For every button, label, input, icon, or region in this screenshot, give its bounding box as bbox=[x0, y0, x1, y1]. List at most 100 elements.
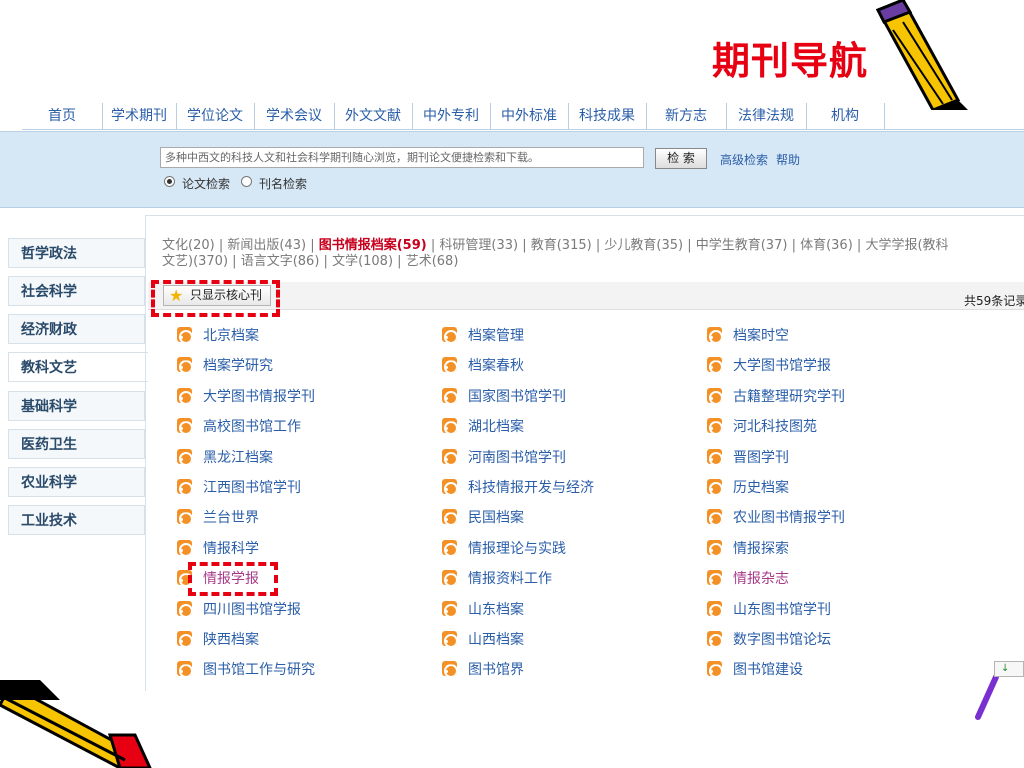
sidebar-item-industry[interactable]: 工业技术 bbox=[8, 505, 145, 535]
sidebar-item-social-science[interactable]: 社会科学 bbox=[8, 276, 145, 306]
journal-link[interactable]: 档案时空 bbox=[707, 327, 789, 345]
category-art[interactable]: 艺术(68) bbox=[406, 254, 459, 269]
rss-icon[interactable] bbox=[707, 479, 722, 494]
sidebar-item-medicine[interactable]: 医药卫生 bbox=[8, 429, 145, 459]
radio-journal-search[interactable] bbox=[241, 176, 252, 187]
journal-link[interactable]: 大学图书情报学刊 bbox=[177, 387, 315, 406]
journal-link[interactable]: 国家图书馆学刊 bbox=[442, 387, 566, 406]
journal-link[interactable]: 四川图书馆学报 bbox=[177, 600, 301, 619]
category-language[interactable]: 语言文字(86) bbox=[241, 254, 320, 269]
nav-laws[interactable]: 法律法规 bbox=[726, 103, 807, 129]
category-literature[interactable]: 文学(108) bbox=[332, 254, 393, 269]
rss-icon[interactable] bbox=[707, 448, 722, 464]
rss-icon[interactable] bbox=[177, 539, 192, 555]
journal-link[interactable]: 数字图书馆论坛 bbox=[707, 631, 831, 649]
rss-icon[interactable] bbox=[442, 327, 457, 342]
journal-link[interactable]: 图书馆工作与研究 bbox=[177, 661, 315, 679]
journal-link[interactable]: 科技情报开发与经济 bbox=[442, 479, 594, 497]
journal-link[interactable]: 档案春秋 bbox=[442, 357, 524, 375]
search-input[interactable]: 多种中西文的科技人文和社会科学期刊随心浏览，期刊论文便捷检索和下载。 bbox=[160, 147, 644, 168]
journal-link[interactable]: 情报理论与实践 bbox=[442, 539, 566, 558]
nav-foreign-docs[interactable]: 外文文献 bbox=[334, 103, 413, 129]
rss-icon[interactable] bbox=[707, 327, 722, 342]
rss-icon[interactable] bbox=[442, 418, 457, 434]
journal-link[interactable]: 档案管理 bbox=[442, 327, 524, 345]
rss-icon[interactable] bbox=[177, 418, 192, 434]
nav-patents[interactable]: 中外专利 bbox=[412, 103, 491, 129]
rss-icon[interactable] bbox=[177, 448, 192, 464]
rss-icon[interactable] bbox=[707, 631, 722, 646]
sidebar-item-education-culture[interactable]: 教科文艺 bbox=[8, 352, 148, 382]
rss-icon[interactable] bbox=[707, 570, 722, 586]
rss-icon[interactable] bbox=[442, 387, 457, 403]
journal-link[interactable]: 情报资料工作 bbox=[442, 570, 552, 588]
rss-icon[interactable] bbox=[442, 539, 457, 555]
rss-icon[interactable] bbox=[442, 600, 457, 616]
rss-icon[interactable] bbox=[707, 509, 722, 525]
nav-local-chronicles[interactable]: 新方志 bbox=[646, 103, 727, 129]
journal-link[interactable]: 农业图书情报学刊 bbox=[707, 509, 845, 527]
rss-icon[interactable] bbox=[177, 387, 192, 403]
radio-paper-search[interactable] bbox=[164, 176, 175, 187]
journal-link[interactable]: 情报科学 bbox=[177, 539, 259, 558]
nav-institutions[interactable]: 机构 bbox=[806, 103, 885, 129]
rss-icon[interactable] bbox=[442, 448, 457, 464]
journal-link[interactable]: 情报杂志 bbox=[707, 570, 789, 588]
rss-icon[interactable] bbox=[707, 661, 722, 677]
help-link[interactable]: 帮助 bbox=[776, 151, 800, 168]
category-sports[interactable]: 体育(36) bbox=[800, 238, 853, 253]
rss-icon[interactable] bbox=[442, 357, 457, 373]
category-university-journals[interactable]: 大学学报(教科 bbox=[865, 238, 948, 253]
rss-icon[interactable] bbox=[707, 418, 722, 434]
category-middle-school-education[interactable]: 中学生教育(37) bbox=[696, 238, 788, 253]
journal-link[interactable]: 图书馆界 bbox=[442, 661, 524, 679]
rss-icon[interactable] bbox=[707, 539, 722, 555]
journal-link[interactable]: 河北科技图苑 bbox=[707, 418, 817, 436]
journal-link[interactable]: 档案学研究 bbox=[177, 357, 273, 375]
rss-icon[interactable] bbox=[177, 631, 192, 646]
nav-home[interactable]: 首页 bbox=[22, 103, 103, 129]
sidebar-item-basic-science[interactable]: 基础科学 bbox=[8, 391, 145, 421]
journal-link[interactable]: 兰台世界 bbox=[177, 509, 259, 527]
journal-link[interactable]: 大学图书馆学报 bbox=[707, 357, 831, 375]
rss-icon[interactable] bbox=[442, 661, 457, 677]
sidebar-item-agriculture[interactable]: 农业科学 bbox=[8, 467, 145, 497]
journal-link[interactable]: 陕西档案 bbox=[177, 631, 259, 649]
rss-icon[interactable] bbox=[707, 357, 722, 373]
nav-journals[interactable]: 学术期刊 bbox=[102, 103, 177, 129]
journal-link[interactable]: 山西档案 bbox=[442, 631, 524, 649]
nav-achievements[interactable]: 科技成果 bbox=[568, 103, 647, 129]
journal-link[interactable]: 山东档案 bbox=[442, 600, 524, 619]
category-children-education[interactable]: 少儿教育(35) bbox=[604, 238, 683, 253]
rss-icon[interactable] bbox=[177, 600, 192, 616]
journal-link[interactable]: 情报探索 bbox=[707, 539, 789, 558]
journal-link[interactable]: 古籍整理研究学刊 bbox=[707, 387, 845, 406]
journal-link[interactable]: 江西图书馆学刊 bbox=[177, 479, 301, 497]
rss-icon[interactable] bbox=[442, 570, 457, 586]
journal-link[interactable]: 河南图书馆学刊 bbox=[442, 448, 566, 467]
journal-link[interactable]: 民国档案 bbox=[442, 509, 524, 527]
journal-link[interactable]: 湖北档案 bbox=[442, 418, 524, 436]
nav-conferences[interactable]: 学术会议 bbox=[254, 103, 335, 129]
rss-icon[interactable] bbox=[707, 387, 722, 403]
journal-link[interactable]: 黑龙江档案 bbox=[177, 448, 273, 467]
category-university-journals-cont[interactable]: 文艺)(370) bbox=[162, 254, 228, 269]
rss-icon[interactable] bbox=[177, 479, 192, 494]
advanced-search-link[interactable]: 高级检索 bbox=[720, 151, 768, 168]
journal-link[interactable]: 北京档案 bbox=[177, 327, 259, 345]
journal-link[interactable]: 高校图书馆工作 bbox=[177, 418, 301, 436]
journal-link[interactable]: 山东图书馆学刊 bbox=[707, 600, 831, 619]
rss-icon[interactable] bbox=[442, 509, 457, 525]
rss-icon[interactable] bbox=[177, 661, 192, 677]
rss-icon[interactable] bbox=[177, 357, 192, 373]
sidebar-item-economics[interactable]: 经济财政 bbox=[8, 314, 145, 344]
journal-link[interactable]: 历史档案 bbox=[707, 479, 789, 497]
nav-theses[interactable]: 学位论文 bbox=[176, 103, 255, 129]
search-button[interactable]: 检 索 bbox=[655, 148, 707, 169]
sidebar-item-philosophy-law[interactable]: 哲学政法 bbox=[8, 238, 145, 268]
rss-icon[interactable] bbox=[442, 479, 457, 494]
rss-icon[interactable] bbox=[707, 600, 722, 616]
journal-link[interactable]: 晋图学刊 bbox=[707, 448, 789, 467]
rss-icon[interactable] bbox=[442, 631, 457, 646]
rss-icon[interactable] bbox=[177, 327, 192, 342]
